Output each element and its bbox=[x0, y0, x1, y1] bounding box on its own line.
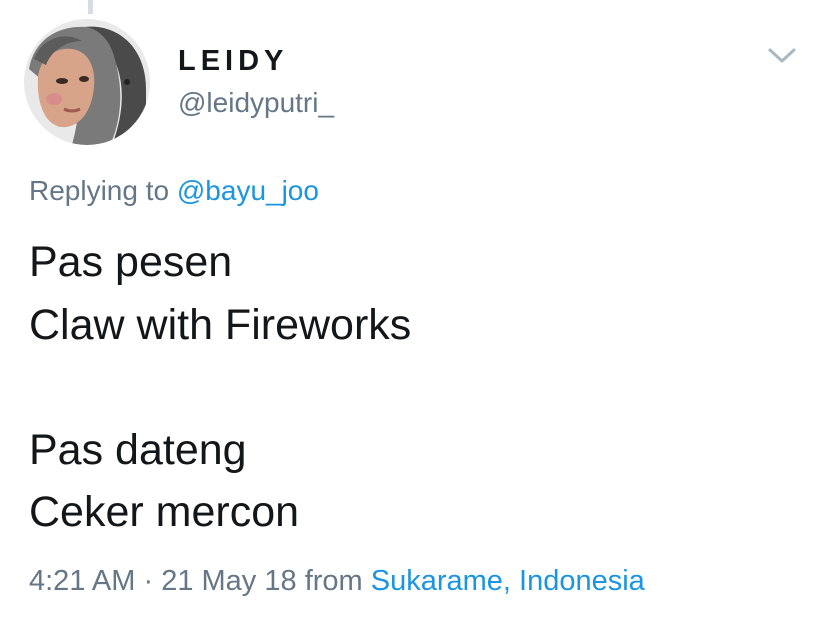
meta-separator: · bbox=[143, 565, 154, 597]
avatar[interactable] bbox=[24, 19, 150, 145]
avatar-photo bbox=[24, 19, 150, 145]
display-name[interactable]: LEIDY bbox=[178, 44, 288, 78]
tweet-meta: 4:21 AM · 21 May 18 from Sukarame, Indon… bbox=[29, 562, 645, 600]
replying-to-label: Replying to bbox=[29, 175, 170, 206]
tweet-text-blank-line bbox=[29, 356, 809, 419]
tweet-text: Pas pesen Claw with Fireworks Pas dateng… bbox=[29, 231, 809, 544]
tweet-text-line: Claw with Fireworks bbox=[29, 300, 412, 349]
chevron-down-icon[interactable] bbox=[764, 42, 800, 66]
tweet-time[interactable]: 4:21 AM bbox=[29, 565, 135, 597]
location-link[interactable]: Sukarame, Indonesia bbox=[371, 565, 645, 597]
tweet-text-line: Ceker mercon bbox=[29, 488, 300, 536]
reply-to-handle-link[interactable]: @bayu_joo bbox=[177, 175, 319, 206]
replying-to-line: Replying to @bayu_joo bbox=[29, 173, 319, 209]
thread-connector-line bbox=[88, 0, 93, 14]
user-handle[interactable]: @leidyputri_ bbox=[178, 86, 334, 120]
tweet-text-line: Pas dateng bbox=[29, 425, 247, 474]
from-label: from bbox=[304, 565, 363, 597]
tweet-date[interactable]: 21 May 18 bbox=[161, 565, 296, 597]
tweet-text-line: Pas pesen bbox=[29, 238, 233, 286]
